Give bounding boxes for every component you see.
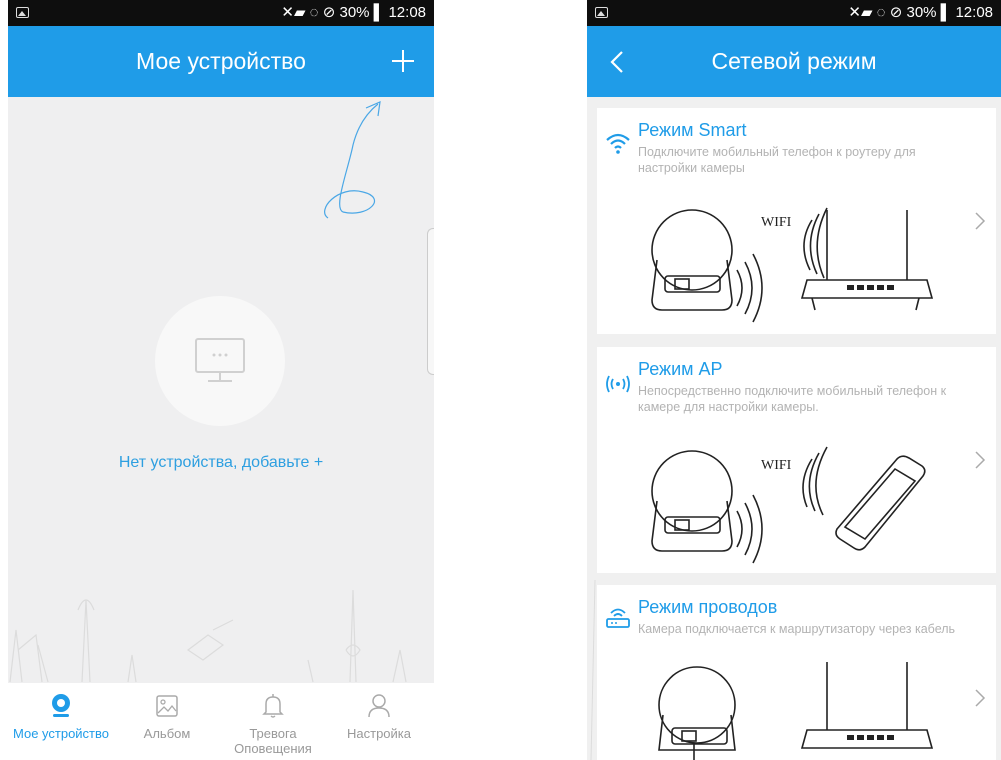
mode-card-smart[interactable]: Режим Smart Подключите мобильный телефон… (597, 108, 996, 334)
status-bar: ✕▰ ◌ ⊘ 30% ▌ 12:08 (8, 0, 434, 26)
header-bar: Мое устройство (8, 26, 434, 97)
camera-phone-illustration: WIFI (651, 446, 926, 564)
mode-title: Режим проводов (638, 597, 778, 617)
hint-arrow-icon (324, 101, 381, 219)
tab-alarm[interactable]: Тревога Оповещения (220, 683, 326, 760)
gallery-notification-icon (595, 7, 608, 18)
add-device-button[interactable] (392, 50, 414, 72)
camera-icon (52, 694, 70, 717)
wifi-icon (606, 133, 630, 154)
tab-album[interactable]: Альбом (114, 683, 220, 760)
illustration-label: WIFI (761, 215, 792, 230)
album-icon (156, 695, 178, 717)
mode-title: Режим Smart (638, 120, 747, 140)
header-bar: Сетевой режим (587, 26, 1001, 97)
mode-description: Камера подключается к маршрутизатору чер… (638, 622, 956, 636)
illustration-label: WIFI (761, 458, 792, 473)
mode-card-wired[interactable]: Режим проводов Камера подключается к мар… (597, 585, 996, 760)
mode-card-ap[interactable]: Режим AP Непосредственно подключите моби… (597, 347, 996, 573)
router-icon (606, 608, 630, 628)
page-title: Сетевой режим (711, 48, 877, 74)
monitor-icon (195, 338, 245, 382)
my-device-screen: ✕▰ ◌ ⊘ 30% ▌ 12:08 Мое устройство Нет ус… (8, 0, 434, 760)
gallery-notification-icon (16, 7, 29, 18)
background-sketch (9, 590, 407, 683)
tab-label: Настройка (347, 726, 411, 741)
camera-router-illustration: WIFI (651, 207, 934, 323)
camera-cable-router-illustration (658, 662, 934, 760)
status-indicators: ✕▰ ◌ ⊘ 30% ▌ 12:08 (848, 4, 993, 21)
tab-label: Мое устройство (12, 726, 110, 741)
empty-state-circle (155, 296, 285, 426)
ap-signal-icon (606, 375, 630, 393)
status-bar: ✕▰ ◌ ⊘ 30% ▌ 12:08 (587, 0, 1001, 26)
mode-description: Подключите мобильный телефон к роутеру д… (638, 145, 916, 175)
mode-description: Непосредственно подключите мобильный тел… (638, 384, 947, 414)
chevron-right-icon (975, 212, 986, 230)
tab-label: Альбом (143, 726, 191, 741)
bottom-tab-bar: Мое устройство Альбом Тревога Оповещения (8, 683, 434, 760)
chevron-right-icon (975, 451, 986, 469)
network-mode-screen: ✕▰ ◌ ⊘ 30% ▌ 12:08 Сетевой режим Режим S… (587, 0, 1001, 760)
bell-icon (262, 694, 284, 718)
add-device-hint-link[interactable]: Нет устройства, добавьте + (8, 454, 434, 472)
chevron-right-icon (975, 689, 986, 707)
tab-my-device[interactable]: Мое устройство (8, 683, 114, 760)
mode-title: Режим AP (638, 359, 723, 379)
page-title: Мое устройство (136, 48, 306, 74)
status-indicators: ✕▰ ◌ ⊘ 30% ▌ 12:08 (281, 4, 426, 21)
user-icon (368, 694, 390, 718)
tab-settings[interactable]: Настройка (326, 683, 432, 760)
tab-label: Тревога Оповещения (234, 726, 312, 756)
edge-panel-handle[interactable] (427, 228, 434, 375)
